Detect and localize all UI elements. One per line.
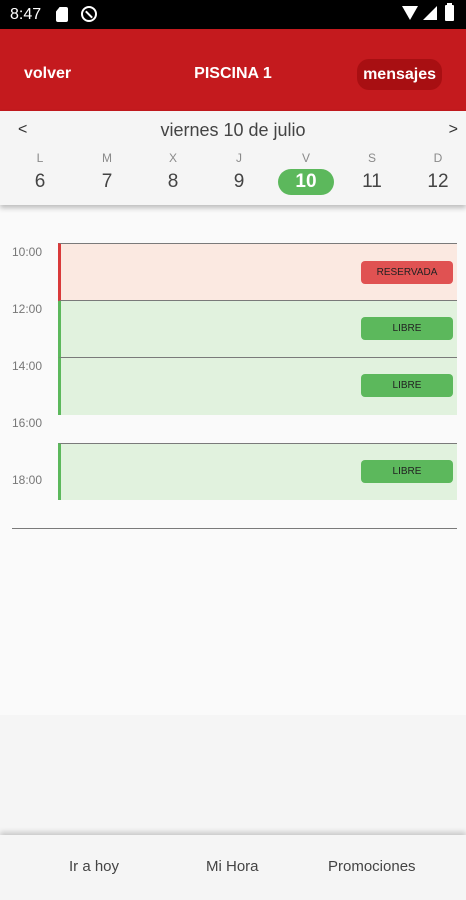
free-badge[interactable]: LIBRE bbox=[361, 460, 453, 483]
go-to-today-button[interactable]: Ir a hoy bbox=[69, 858, 119, 875]
bottom-nav: Ir a hoy Mi Hora Promociones bbox=[0, 835, 466, 900]
day-letter: X bbox=[168, 151, 177, 165]
day-letter: L bbox=[36, 151, 44, 165]
day-letter: J bbox=[236, 151, 242, 165]
day-letter: D bbox=[433, 151, 443, 165]
time-label: 12:00 bbox=[12, 302, 43, 316]
battery-icon bbox=[445, 3, 454, 21]
day-letter: V bbox=[301, 151, 310, 165]
time-label: 14:00 bbox=[12, 359, 43, 373]
reserved-badge[interactable]: RESERVADA bbox=[361, 261, 453, 284]
day-thursday[interactable]: J 9 bbox=[209, 151, 269, 195]
time-label: 18:00 bbox=[12, 473, 43, 487]
slot-free[interactable]: LIBRE bbox=[58, 358, 457, 415]
status-bar: 8:47 bbox=[0, 0, 466, 29]
slot-free[interactable]: LIBRE bbox=[58, 301, 457, 358]
day-number: 11 bbox=[362, 171, 382, 192]
day-wednesday[interactable]: X 8 bbox=[143, 151, 203, 195]
promotions-button[interactable]: Promociones bbox=[328, 858, 416, 875]
day-number: 6 bbox=[34, 171, 46, 192]
date-title: viernes 10 de julio bbox=[160, 120, 306, 140]
screen: 8:47 volver PISCINA 1 mensajes < viernes… bbox=[0, 0, 466, 900]
schedule: 10:00 12:00 14:00 16:00 18:00 RESERVADA … bbox=[0, 205, 466, 715]
day-sunday[interactable]: D 12 bbox=[408, 151, 466, 195]
app-bar: volver PISCINA 1 mensajes bbox=[0, 29, 466, 111]
day-monday[interactable]: L 6 bbox=[10, 151, 70, 195]
messages-button[interactable]: mensajes bbox=[357, 59, 442, 90]
free-badge[interactable]: LIBRE bbox=[361, 374, 453, 397]
day-number: 10 bbox=[278, 169, 334, 195]
day-letter: S bbox=[367, 151, 376, 165]
status-time: 8:47 bbox=[10, 6, 42, 23]
day-letter: M bbox=[102, 151, 112, 165]
vpn-icon bbox=[81, 6, 97, 22]
signal-icon bbox=[423, 6, 437, 20]
day-number: 12 bbox=[427, 171, 449, 192]
day-number: 7 bbox=[101, 171, 113, 192]
day-friday-selected[interactable]: V 10 bbox=[276, 151, 336, 195]
day-number: 9 bbox=[233, 171, 245, 192]
week-header: < viernes 10 de julio > L 6 M 7 X 8 J 9 … bbox=[0, 111, 466, 205]
free-badge[interactable]: LIBRE bbox=[361, 317, 453, 340]
wifi-icon bbox=[402, 6, 418, 20]
sim-card-icon bbox=[56, 7, 68, 22]
day-tuesday[interactable]: M 7 bbox=[77, 151, 137, 195]
day-number: 8 bbox=[167, 171, 179, 192]
my-hour-button[interactable]: Mi Hora bbox=[206, 858, 259, 875]
next-day-button[interactable]: > bbox=[449, 121, 458, 139]
schedule-end-divider bbox=[12, 528, 457, 529]
day-saturday[interactable]: S 11 bbox=[342, 151, 402, 195]
slot-reserved[interactable]: RESERVADA bbox=[58, 243, 457, 301]
slot-free[interactable]: LIBRE bbox=[58, 443, 457, 500]
time-label: 10:00 bbox=[12, 245, 43, 259]
time-label: 16:00 bbox=[12, 416, 43, 430]
